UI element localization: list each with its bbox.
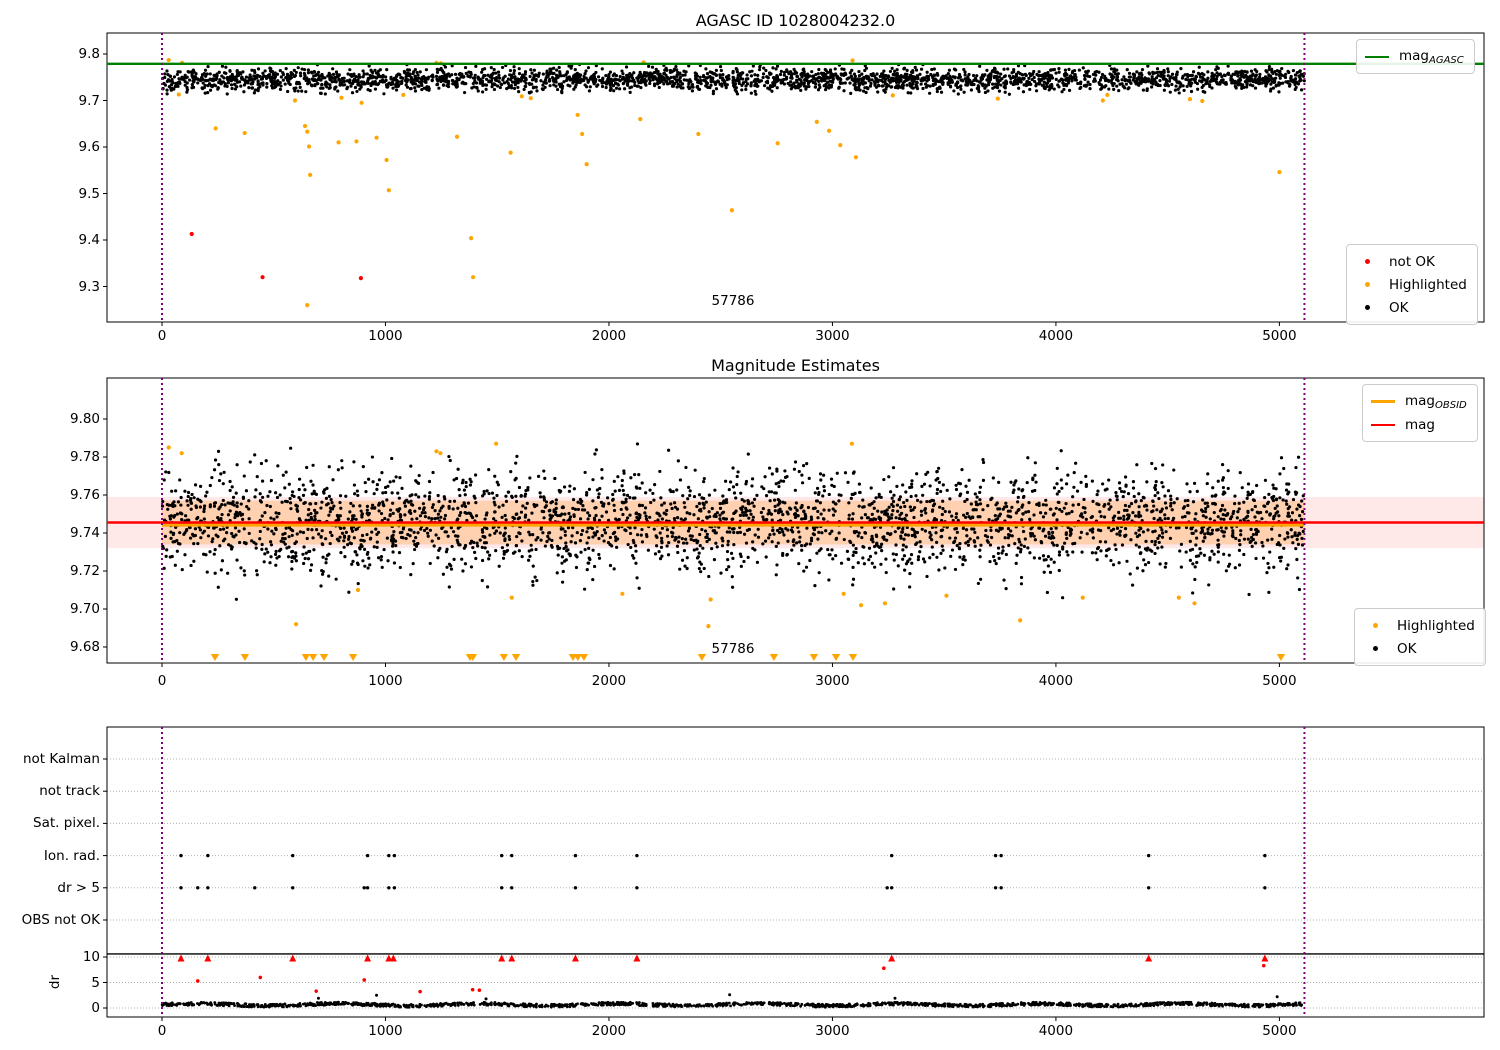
ok2-dot-swatch [1363,646,1387,651]
x-tick-label: 5000 [1262,328,1297,344]
chart-plot-area [103,32,1485,1021]
x-tick-label: 3000 [815,673,850,689]
y-tick-label: 9.70 [69,601,100,617]
category-tick-label: not Kalman [22,751,100,767]
x-tick-label: 1000 [368,673,403,689]
category-tick-label: Sat. pixel. [33,815,100,832]
panel2-obsid-annotation: 57786 [711,641,755,657]
legend-label-not-ok: not OK [1389,253,1435,270]
x-tick-label: 3000 [815,1023,850,1039]
legend-label-ok2: OK [1397,640,1417,657]
figure-canvas: AGASC ID 1028004232.0 Magnitude Estimate… [0,0,1500,1050]
x-tick-label: 0 [157,673,167,689]
panel2-title: Magnitude Estimates [711,356,880,375]
dr-tick-label: 0 [91,1000,100,1016]
legend-row-not-ok: not OK [1355,250,1467,273]
panel1-line-legend: magAGASC [1356,39,1475,74]
ok-dot-swatch [1355,305,1379,310]
legend-label-mag-agasc: magAGASC [1399,47,1464,66]
x-tick-label: 2000 [591,673,627,689]
x-tick-label: 1000 [368,1023,403,1039]
legend-row-ok2: OK [1363,637,1475,660]
legend-row-ok: OK [1355,296,1467,319]
category-tick-label: Ion. rad. [43,847,100,864]
x-tick-label: 5000 [1262,673,1297,689]
dr-tick-label: 10 [82,949,100,965]
mag-agasc-line-swatch [1365,55,1389,58]
legend-label-ok: OK [1389,299,1409,316]
y-tick-label: 9.5 [78,185,100,202]
x-tick-label: 1000 [368,328,403,344]
legend-label-mag: mag [1405,416,1435,433]
y-tick-label: 9.7 [78,92,100,109]
legend-row-mag-agasc: magAGASC [1365,45,1464,68]
panel1-title: AGASC ID 1028004232.0 [695,11,896,30]
legend-label-highlighted2: Highlighted [1397,617,1475,634]
legend-label-highlighted: Highlighted [1389,276,1467,293]
y-tick-label: 9.3 [78,278,100,295]
x-tick-label: 3000 [815,328,850,344]
x-tick-label: 2000 [591,1023,627,1039]
not-ok-dot-swatch [1355,259,1379,264]
y-tick-label: 9.8 [78,46,100,62]
panel2-line-legend: magOBSID mag [1362,384,1478,442]
dr-tick-label: 5 [91,974,100,991]
y-tick-label: 9.74 [69,525,100,541]
x-tick-label: 2000 [591,328,627,344]
legend-row-mag: mag [1371,413,1467,436]
legend-row-mag-obsid: magOBSID [1371,390,1467,413]
x-tick-label: 0 [157,328,167,344]
category-tick-label: not track [39,783,100,800]
y-tick-label: 9.68 [69,639,100,655]
legend-row-highlighted: Highlighted [1355,273,1467,296]
x-tick-label: 4000 [1038,1023,1074,1039]
panel1-points-legend: not OK Highlighted OK [1346,244,1478,325]
panel1-obsid-annotation: 57786 [711,293,755,309]
y-tick-label: 9.76 [69,487,100,503]
y-tick-label: 9.6 [78,139,100,155]
x-tick-label: 4000 [1038,328,1074,344]
y-tick-label: 9.4 [78,232,100,248]
panel2-points-legend: Highlighted OK [1354,608,1486,666]
x-tick-label: 5000 [1262,1023,1297,1039]
y-tick-label: 9.78 [69,449,100,465]
x-tick-label: 0 [157,1023,167,1039]
mag-line-swatch [1371,423,1395,426]
mag-obsid-line-swatch [1371,400,1395,403]
category-tick-label: dr > 5 [57,879,100,896]
y-tick-label: 9.80 [69,411,100,427]
y-tick-label: 9.72 [69,563,100,579]
category-tick-label: OBS not OK [21,912,100,928]
legend-row-highlighted2: Highlighted [1363,614,1475,637]
legend-label-mag-obsid: magOBSID [1405,392,1467,411]
x-tick-label: 4000 [1038,673,1074,689]
highlighted-dot-swatch [1355,282,1379,287]
highlighted2-dot-swatch [1363,623,1387,628]
